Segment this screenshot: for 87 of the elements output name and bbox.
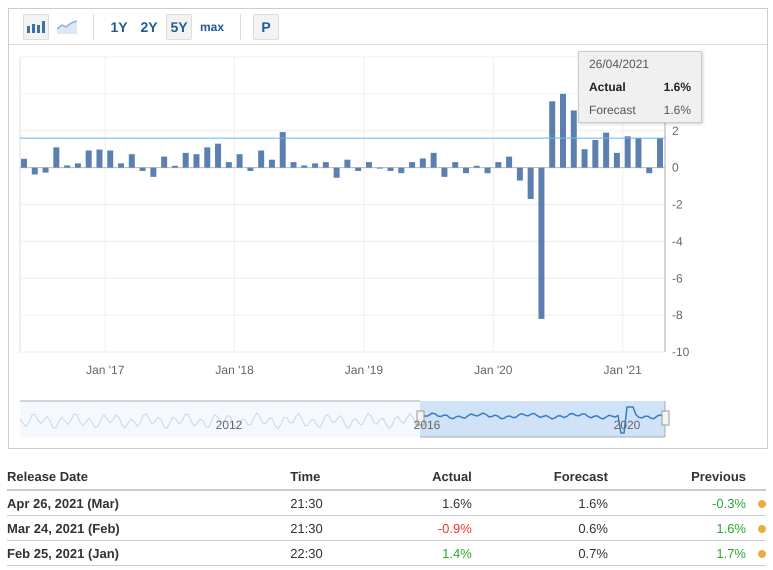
chart-bar — [603, 132, 610, 168]
chart-bar — [646, 168, 652, 174]
chart-bar — [290, 162, 296, 168]
range-button[interactable]: 1Y — [106, 14, 132, 40]
p-button[interactable]: P — [253, 14, 280, 40]
y-axis-label: 0 — [672, 160, 679, 175]
chart-bar — [528, 168, 534, 199]
chart-bar — [474, 166, 480, 168]
chart-bar — [334, 168, 340, 178]
forecast-cell: 0.6% — [472, 516, 608, 540]
y-axis-label: -8 — [672, 308, 683, 322]
chart-bar — [452, 162, 458, 168]
x-axis-label: Jan '21 — [604, 363, 642, 378]
x-axis-label: Jan '18 — [215, 363, 254, 378]
chart-bar — [226, 162, 232, 168]
chart-bar — [624, 136, 631, 168]
chart-type-button[interactable] — [23, 14, 49, 40]
chart-bar — [582, 149, 588, 168]
column-header: Release Date — [7, 463, 290, 490]
x-axis-label: Jan '19 — [344, 363, 384, 378]
previous-cell: 1.7% — [608, 540, 746, 566]
release-date-cell: Feb 25, 2021 (Jan) — [7, 540, 290, 566]
actual-cell: 1.4% — [372, 540, 472, 566]
chart-bar — [301, 165, 308, 168]
chart-bar — [236, 154, 243, 168]
chart-bar — [462, 168, 469, 174]
column-header: Forecast — [472, 463, 608, 490]
range-button[interactable]: max — [196, 14, 228, 40]
chart-bar — [549, 101, 556, 168]
chart-bar — [322, 162, 329, 168]
chart-bar — [64, 165, 70, 168]
column-header: Actual — [372, 463, 472, 490]
x-axis-label: Jan '20 — [474, 363, 512, 378]
chart-bar — [140, 168, 146, 171]
chart-bar — [398, 168, 404, 174]
forecast-cell: 0.7% — [472, 540, 608, 566]
tooltip-date: 26/04/2021 — [589, 57, 650, 71]
chart-bar — [42, 168, 49, 173]
column-header: Previous — [608, 463, 746, 490]
chart-bar — [366, 162, 372, 168]
previous-cell: 1.6% — [608, 516, 746, 540]
x-axis-label: Jan '17 — [86, 363, 124, 378]
tooltip-label: Actual — [589, 80, 626, 94]
tooltip-label: Forecast — [589, 103, 636, 117]
chart-bar — [430, 152, 437, 168]
time-cell: 21:30 — [290, 490, 372, 516]
chart-bar — [86, 150, 92, 168]
y-axis-label: -4 — [672, 234, 683, 248]
chart-bar — [118, 163, 124, 168]
tooltip-value: 1.6% — [664, 103, 691, 117]
range-button[interactable]: 5Y — [166, 14, 192, 40]
chart-bar — [247, 168, 254, 171]
chart-bar — [506, 156, 512, 168]
chart-bar — [388, 168, 394, 171]
chart-bar — [484, 168, 491, 174]
release-date-cell: Mar 24, 2021 (Feb) — [7, 516, 290, 540]
tooltip-value: 1.6% — [664, 80, 691, 94]
range-button[interactable]: 2Y — [136, 14, 162, 40]
chart-bar — [312, 163, 318, 168]
column-header: Time — [290, 463, 372, 490]
chart-bar — [409, 162, 416, 168]
chart-bar — [215, 144, 222, 168]
y-axis-label: 2 — [672, 124, 679, 138]
previous-cell: -0.3% — [608, 490, 746, 516]
navigator-label: 2012 — [216, 418, 242, 432]
forecast-cell: 1.6% — [472, 490, 608, 516]
chart-bar — [172, 166, 178, 168]
chart-bar — [657, 138, 664, 168]
chart-bar — [355, 168, 362, 171]
y-axis-label: -10 — [672, 345, 690, 360]
actual-cell: -0.9% — [372, 516, 472, 540]
chart-bar — [182, 152, 189, 168]
release-date-cell: Apr 26, 2021 (Mar) — [7, 490, 290, 516]
chart-bar — [107, 150, 114, 168]
chart-bar — [74, 163, 81, 168]
y-axis-label: -6 — [672, 271, 683, 286]
y-axis-label: -2 — [672, 198, 683, 212]
chart-bar — [258, 150, 264, 168]
chart-bar — [161, 156, 168, 168]
time-cell: 21:30 — [290, 516, 372, 540]
area-chart-icon — [57, 20, 77, 34]
time-cell: 22:30 — [290, 540, 372, 566]
actual-cell: 1.6% — [372, 490, 472, 516]
bar-chart-icon — [27, 20, 45, 32]
chart-bar — [280, 132, 286, 168]
navigator-label: 2016 — [414, 418, 440, 432]
chart-bar — [495, 162, 502, 168]
